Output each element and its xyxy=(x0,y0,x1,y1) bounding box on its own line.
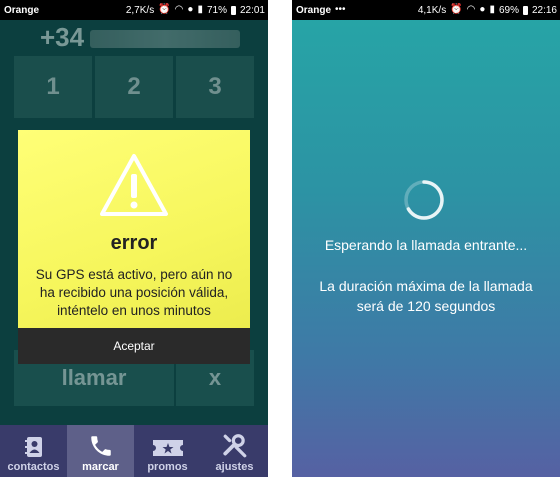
battery-percent: 71% xyxy=(206,4,227,16)
clock: 22:16 xyxy=(531,4,557,16)
battery-icon xyxy=(522,5,528,15)
duration-line: será de 120 segundos xyxy=(356,298,496,314)
nav-label: marcar xyxy=(82,461,119,473)
carrier-label: Orange xyxy=(296,4,332,16)
battery-icon xyxy=(230,5,236,15)
dialog-title: error xyxy=(110,232,158,254)
loading-spinner-icon xyxy=(404,180,444,220)
nav-contactos[interactable]: contactos xyxy=(0,425,67,477)
contacts-icon xyxy=(24,437,42,457)
wifi-icon: ◠ xyxy=(174,4,184,15)
right-phone-screen: Orange ••• 4,1K/s ⏰ ◠ ● ▮ 69% 22:16 Espe… xyxy=(292,0,560,477)
carrier-label: Orange xyxy=(4,4,40,16)
phone-icon xyxy=(90,436,111,456)
nav-ajustes[interactable]: ajustes xyxy=(201,425,268,477)
left-phone-screen: Orange 2,7K/s ⏰ ◠ ● ▮ 71% 22:01 +34 1 2 … xyxy=(0,0,268,477)
dialog-message-line: inténtelo en unos minutos xyxy=(57,303,211,318)
sync-icon: ● xyxy=(479,4,486,15)
accept-button[interactable]: Aceptar xyxy=(18,328,250,364)
alarm-icon: ⏰ xyxy=(158,4,171,15)
nav-label: promos xyxy=(147,461,188,473)
dialog-message-line: Su GPS está activo, pero aún no xyxy=(35,267,233,282)
nav-promos[interactable]: promos xyxy=(134,425,201,477)
error-dialog: error Su GPS está activo, pero aún no ha… xyxy=(18,130,250,328)
more-dots-icon: ••• xyxy=(335,4,346,15)
waiting-call-text: Esperando la llamada entrante... xyxy=(324,237,528,253)
network-speed: 2,7K/s xyxy=(125,4,155,16)
nav-label: contactos xyxy=(7,461,60,473)
clock: 22:01 xyxy=(239,4,265,16)
nav-marcar[interactable]: marcar xyxy=(67,425,134,477)
signal-icon: ▮ xyxy=(489,4,495,15)
tools-icon xyxy=(222,434,246,458)
nav-label: ajustes xyxy=(215,461,254,473)
bottom-nav: contactos marcar promos ajustes xyxy=(0,425,268,477)
status-bar: Orange 2,7K/s ⏰ ◠ ● ▮ 71% 22:01 xyxy=(0,0,268,20)
wifi-icon: ◠ xyxy=(466,4,476,15)
dialog-message: Su GPS está activo, pero aún no ha recib… xyxy=(22,266,246,320)
warning-icon xyxy=(100,154,168,216)
alarm-icon: ⏰ xyxy=(450,4,463,15)
duration-line: La duración máxima de la llamada xyxy=(319,278,533,294)
status-bar: Orange ••• 4,1K/s ⏰ ◠ ● ▮ 69% 22:16 xyxy=(292,0,560,20)
max-duration-text: La duración máxima de la llamada será de… xyxy=(292,276,560,316)
network-speed: 4,1K/s xyxy=(417,4,447,16)
dialog-message-line: ha recibido una posición válida, xyxy=(39,285,229,300)
signal-icon: ▮ xyxy=(197,4,203,15)
ticket-icon xyxy=(152,440,183,456)
sync-icon: ● xyxy=(187,4,194,15)
battery-percent: 69% xyxy=(498,4,519,16)
